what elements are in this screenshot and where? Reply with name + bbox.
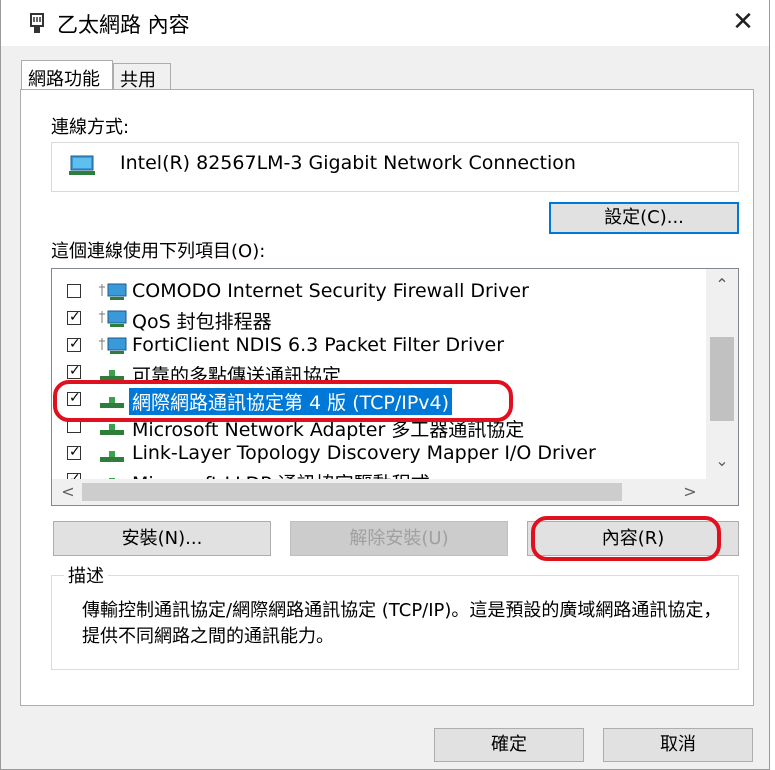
adapter-box: Intel(R) 82567LM-3 Gigabit Network Conne… [51, 142, 739, 192]
check-icon: ✓ [69, 336, 81, 352]
protocol-icon [100, 451, 124, 462]
description-text: 傳輸控制通訊協定/網際網路通訊協定 (TCP/IP)。這是預設的廣域網路通訊協定… [82, 600, 722, 647]
list-item-label: FortiClient NDIS 6.3 Packet Filter Drive… [132, 334, 505, 356]
uninstall-button[interactable]: 解除安裝(U) [290, 521, 508, 556]
list-item-label: QoS 封包排程器 [132, 311, 272, 333]
list-item-label: Link-Layer Topology Discovery Mapper I/O… [132, 442, 596, 464]
ethernet-icon [30, 13, 44, 33]
highlight-annotation [531, 516, 721, 561]
checkbox[interactable]: ✓ [67, 363, 81, 379]
check-icon: ✓ [69, 444, 81, 460]
scroll-right-icon[interactable]: > [674, 482, 706, 501]
items-label: 這個連線使用下列項目(O): [51, 241, 266, 262]
description-group: 描述 傳輸控制通訊協定/網際網路通訊協定 (TCP/IP)。這是預設的廣域網路通… [51, 562, 739, 670]
tab-networking-label: 網路功能 [28, 69, 100, 90]
tab-sharing[interactable]: 共用 [113, 63, 171, 91]
vertical-scrollbar[interactable]: ⌃ ⌄ [706, 269, 738, 479]
scroll-left-icon[interactable]: < [52, 482, 84, 501]
cancel-button[interactable]: 取消 [603, 728, 753, 762]
uninstall-button-label: 解除安裝(U) [349, 528, 449, 549]
ok-button[interactable]: 確定 [434, 728, 584, 762]
network-adapter-icon [69, 155, 95, 175]
checkbox[interactable]: ✓ [67, 336, 81, 352]
tab-networking[interactable]: 網路功能 [21, 60, 113, 90]
tab-sharing-label: 共用 [120, 70, 156, 91]
highlight-annotation [53, 380, 513, 422]
properties-dialog: 乙太網路 內容 ✕ 網路功能 共用 連線方式: Intel(R) 82567LM… [0, 0, 770, 770]
checkbox[interactable]: ✓ [67, 444, 81, 460]
connect-using-label: 連線方式: [51, 117, 130, 138]
check-icon: ✓ [69, 363, 81, 379]
checkbox[interactable] [67, 284, 81, 298]
list-item[interactable]: ✓ QoS 封包排程器 [52, 306, 702, 333]
network-client-icon [99, 310, 127, 327]
network-client-icon [99, 283, 127, 300]
ok-button-label: 確定 [491, 734, 527, 755]
adapter-name: Intel(R) 82567LM-3 Gigabit Network Conne… [120, 152, 576, 174]
configure-button[interactable]: 設定(C)... [549, 202, 739, 234]
horizontal-scroll-thumb[interactable] [82, 483, 622, 501]
list-item[interactable]: COMODO Internet Security Firewall Driver [52, 279, 702, 306]
install-button-label: 安裝(N)... [121, 528, 203, 549]
list-item[interactable]: ✓ Link-Layer Topology Discovery Mapper I… [52, 441, 702, 468]
network-client-icon [99, 337, 127, 354]
list-item-label: COMODO Internet Security Firewall Driver [132, 280, 529, 302]
close-button[interactable]: ✕ [721, 2, 765, 42]
scroll-thumb[interactable] [710, 337, 734, 421]
close-icon: ✕ [732, 7, 754, 37]
title-bar[interactable]: 乙太網路 內容 ✕ [1, 0, 769, 46]
install-button[interactable]: 安裝(N)... [53, 521, 271, 556]
cancel-button-label: 取消 [660, 734, 696, 755]
scroll-down-icon[interactable]: ⌄ [706, 451, 738, 470]
configure-button-label: 設定(C)... [604, 207, 684, 228]
list-item[interactable]: ✓ FortiClient NDIS 6.3 Packet Filter Dri… [52, 333, 702, 360]
scroll-up-icon[interactable]: ⌃ [706, 275, 738, 294]
horizontal-scrollbar[interactable]: < > [52, 479, 738, 505]
check-icon: ✓ [69, 309, 81, 325]
window-title: 乙太網路 內容 [57, 13, 190, 37]
description-title: 描述 [64, 562, 108, 588]
checkbox[interactable]: ✓ [67, 309, 81, 325]
